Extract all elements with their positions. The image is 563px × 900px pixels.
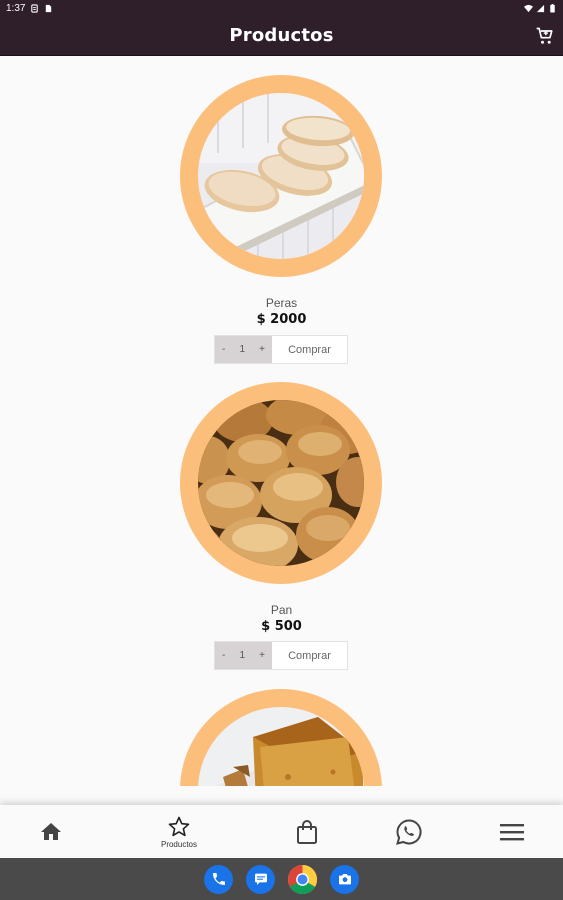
app-bar: Productos	[0, 16, 563, 56]
wifi-icon	[524, 4, 533, 12]
nav-item-home[interactable]	[11, 805, 91, 858]
product-price: $ 500	[261, 619, 302, 634]
page-title: Productos	[229, 25, 334, 46]
dock-phone[interactable]	[204, 864, 233, 894]
dock-chrome[interactable]	[288, 864, 317, 894]
product-image	[198, 400, 364, 566]
menu-icon	[500, 823, 524, 840]
product-image-frame[interactable]	[180, 382, 382, 584]
phone-icon	[212, 873, 225, 885]
product-price: $ 2000	[256, 312, 307, 327]
product-image	[198, 707, 364, 786]
buy-button[interactable]: Comprar	[272, 336, 347, 363]
purchase-controls: - 1 + Comprar	[214, 641, 348, 670]
decrease-button[interactable]: -	[222, 344, 225, 355]
product-image-frame[interactable]	[180, 689, 382, 786]
sim-card-icon	[46, 4, 52, 12]
cart-button[interactable]	[535, 26, 555, 46]
nav-label-productos: Productos	[160, 839, 198, 849]
bottom-navigation: Productos	[0, 805, 563, 858]
quantity-value: 1	[239, 344, 246, 355]
product-name: Peras	[265, 296, 298, 310]
increase-button[interactable]: +	[259, 344, 265, 355]
product-list[interactable]: Peras $ 2000 - 1 + Comprar Pan $ 500 - 1…	[0, 57, 563, 786]
decrease-button[interactable]: -	[222, 650, 225, 661]
status-time: 1:37	[6, 2, 26, 14]
dock-camera[interactable]	[330, 864, 359, 894]
dock-messages[interactable]	[246, 864, 275, 894]
quantity-stepper[interactable]: - 1 +	[215, 336, 272, 363]
quantity-stepper[interactable]: - 1 +	[215, 642, 272, 669]
status-bar: 1:37	[0, 0, 563, 16]
buy-button[interactable]: Comprar	[272, 642, 347, 669]
product-name: Pan	[270, 603, 293, 617]
signal-icon	[536, 4, 545, 12]
purchase-controls: - 1 + Comprar	[214, 335, 348, 364]
whatsapp-icon	[396, 818, 422, 845]
camera-icon	[338, 874, 351, 885]
nav-item-productos[interactable]: Productos	[139, 805, 219, 858]
product-image	[198, 93, 364, 259]
notification-icon	[31, 3, 39, 13]
chrome-icon	[288, 864, 317, 894]
home-icon	[41, 822, 61, 840]
quantity-value: 1	[239, 650, 246, 661]
battery-icon	[550, 3, 555, 13]
shopping-cart-icon	[536, 27, 553, 44]
nav-item-whatsapp[interactable]	[369, 805, 449, 858]
shopping-bag-icon	[297, 819, 317, 844]
product-image-frame[interactable]	[180, 75, 382, 277]
messages-icon	[254, 873, 267, 885]
star-icon	[168, 816, 190, 836]
increase-button[interactable]: +	[259, 650, 265, 661]
system-taskbar	[0, 858, 563, 900]
nav-item-shopping-bag[interactable]	[267, 805, 347, 858]
nav-item-menu[interactable]	[472, 805, 552, 858]
